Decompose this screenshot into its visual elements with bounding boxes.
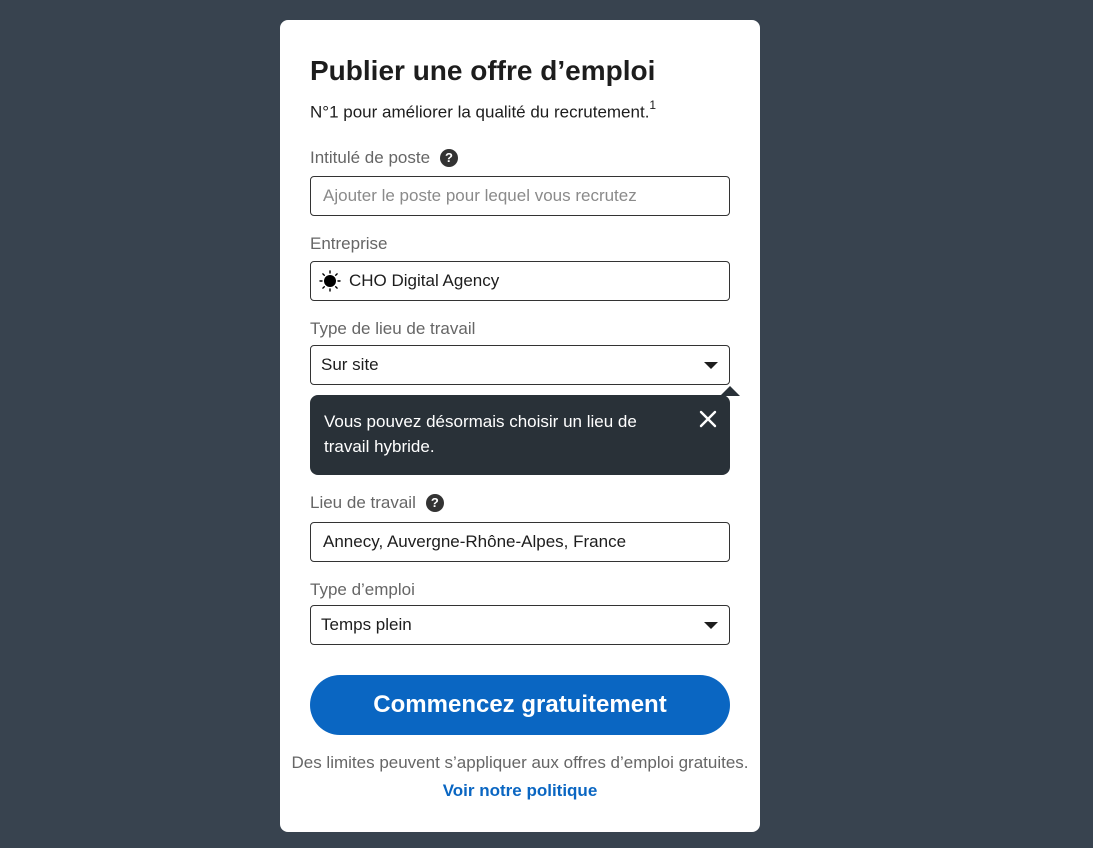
workplace-type-select[interactable]: Sur site bbox=[310, 345, 730, 385]
employment-type-label: Type d’emploi bbox=[310, 578, 415, 602]
free-job-post-disclaimer: Des limites peuvent s’appliquer aux offr… bbox=[291, 753, 749, 772]
start-free-button[interactable]: Commencez gratuitement bbox=[310, 675, 730, 735]
question-circle-icon[interactable]: ? bbox=[440, 149, 459, 167]
subtitle-footnote: 1 bbox=[649, 98, 657, 112]
workplace-type-value: Sur site bbox=[321, 355, 379, 374]
page-title: Publier une offre d’emploi bbox=[310, 55, 656, 86]
subtitle-text: N°1 pour améliorer la qualité du recrute… bbox=[310, 102, 650, 122]
caret-down-icon bbox=[704, 361, 718, 369]
job-title-label-text: Intitulé de poste bbox=[310, 148, 431, 167]
company-sun-logo bbox=[319, 270, 341, 292]
location-label: Lieu de travail ? bbox=[310, 491, 444, 515]
question-circle-icon[interactable]: ? bbox=[425, 494, 444, 512]
employment-type-value: Temps plein bbox=[321, 615, 412, 634]
job-post-card: Publier une offre d’emploi N°1 pour amél… bbox=[280, 20, 760, 832]
caret-down-icon bbox=[704, 621, 718, 629]
page-subtitle: N°1 pour améliorer la qualité du recrute… bbox=[310, 95, 656, 125]
workplace-type-label-text: Type de lieu de travail bbox=[310, 319, 476, 338]
view-policy-link[interactable]: Voir notre politique bbox=[280, 779, 760, 803]
location-label-text: Lieu de travail bbox=[310, 493, 416, 512]
company-label: Entreprise bbox=[310, 232, 387, 256]
location-field[interactable] bbox=[310, 522, 730, 562]
close-icon[interactable] bbox=[698, 409, 718, 429]
job-title-input[interactable] bbox=[311, 177, 729, 215]
job-title-label: Intitulé de poste ? bbox=[310, 146, 459, 170]
workplace-type-label: Type de lieu de travail bbox=[310, 317, 475, 341]
employment-type-select[interactable]: Temps plein bbox=[310, 605, 730, 645]
location-input[interactable] bbox=[311, 523, 729, 561]
hybrid-workplace-tooltip: Vous pouvez désormais choisir un lieu de… bbox=[310, 386, 740, 475]
company-field[interactable]: CHO Digital Agency bbox=[310, 261, 730, 301]
company-label-text: Entreprise bbox=[310, 234, 388, 253]
job-title-field[interactable] bbox=[310, 176, 730, 216]
company-value: CHO Digital Agency bbox=[349, 271, 500, 290]
tooltip-text: Vous pouvez désormais choisir un lieu de… bbox=[324, 412, 637, 456]
employment-type-label-text: Type d’emploi bbox=[310, 580, 415, 599]
tooltip-arrow bbox=[720, 386, 740, 396]
